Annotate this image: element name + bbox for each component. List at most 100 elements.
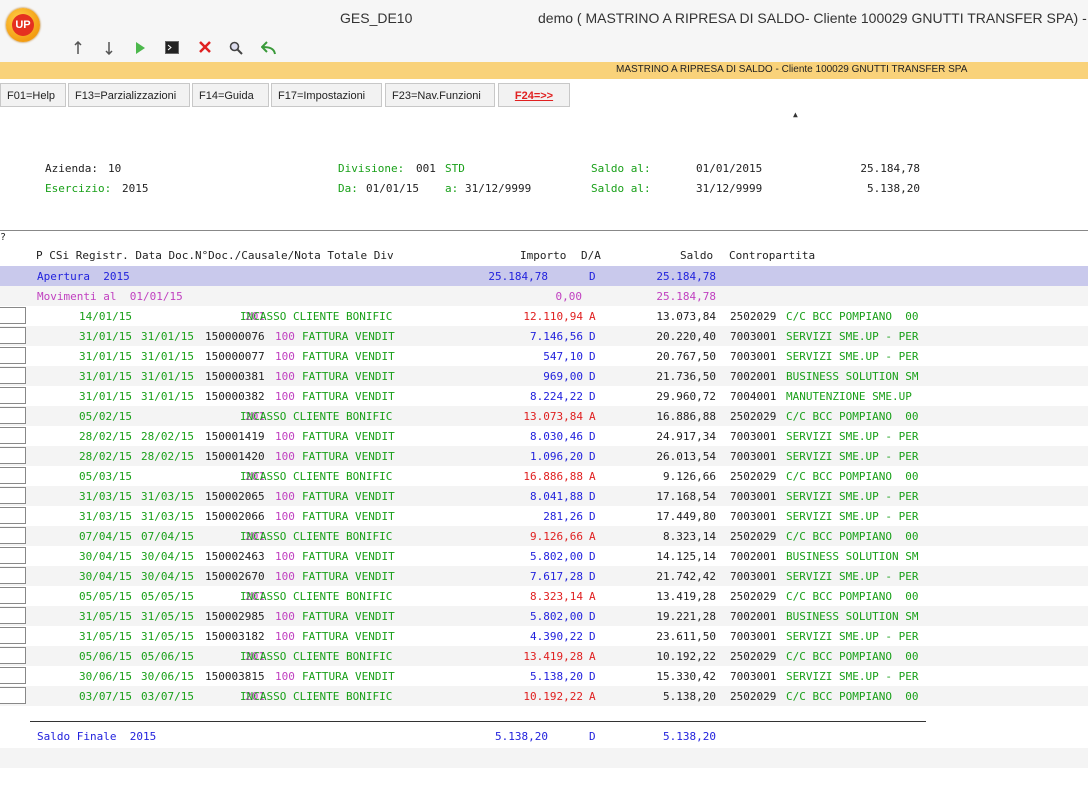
table-row[interactable]: 03/07/15 03/07/15 201 INCASSO CLIENTE BONIF… — [0, 686, 1088, 706]
table-row[interactable]: 30/06/15 30/06/15 150003815 100 FATTURA VEND… — [0, 666, 1088, 686]
row-select-checkbox[interactable] — [0, 307, 26, 324]
back-icon[interactable] — [259, 38, 279, 58]
row-description: INCASSO CLIENTE BONIFIC — [240, 650, 393, 663]
apertura-da: D — [589, 270, 596, 283]
row-description: FATTURA VENDIT — [302, 390, 395, 403]
table-row[interactable]: 31/01/15 31/01/15 150000077 100 FATTURA VEND… — [0, 346, 1088, 366]
f23-nav-funzioni-button[interactable]: F23=Nav.Funzioni — [385, 83, 495, 107]
row-importo: 13.419,28 — [523, 650, 583, 663]
row-causale-code: 100 — [275, 430, 295, 443]
table-row[interactable]: 31/03/15 31/03/15 150002066 100 FATTURA VEND… — [0, 506, 1088, 526]
row-document-number: 150000077 — [205, 350, 265, 363]
row-document-number: 150000076 — [205, 330, 265, 343]
row-select-checkbox[interactable] — [0, 467, 26, 484]
row-select-checkbox[interactable] — [0, 347, 26, 364]
table-row[interactable]: 31/01/15 31/01/15 150000381 100 FATTURA VEND… — [0, 366, 1088, 386]
table-row[interactable]: 31/03/15 31/03/15 150002065 100 FATTURA VEND… — [0, 486, 1088, 506]
row-select-checkbox[interactable] — [0, 507, 26, 524]
row-dare-avere: A — [589, 530, 596, 543]
table-row[interactable]: 05/05/15 05/05/15 201 INCASSO CLIENTE BONIF… — [0, 586, 1088, 606]
row-select-checkbox[interactable] — [0, 367, 26, 384]
row-select-checkbox[interactable] — [0, 567, 26, 584]
row-description: FATTURA VENDIT — [302, 610, 395, 623]
row-dare-avere: D — [589, 490, 596, 503]
column-help-marker[interactable]: ? — [0, 232, 6, 243]
f17-impostazioni-button[interactable]: F17=Impostazioni — [271, 83, 382, 107]
f01-help-button[interactable]: F01=Help — [0, 83, 66, 107]
table-row[interactable]: 30/04/15 30/04/15 150002463 100 FATTURA VEND… — [0, 546, 1088, 566]
row-select-checkbox[interactable] — [0, 587, 26, 604]
apertura-row[interactable]: Apertura 2015 25.184,78 D 25.184,78 — [0, 266, 1088, 286]
row-description: INCASSO CLIENTE BONIFIC — [240, 590, 393, 603]
table-row[interactable]: 31/01/15 31/01/15 150000076 100 FATTURA VEND… — [0, 326, 1088, 346]
app-logo[interactable]: UP — [6, 8, 40, 42]
row-document-date: 31/01/15 — [141, 350, 194, 363]
table-row[interactable]: 05/06/15 05/06/15 201 INCASSO CLIENTE BONIF… — [0, 646, 1088, 666]
row-saldo: 21.742,42 — [656, 570, 716, 583]
row-select-checkbox[interactable] — [0, 687, 26, 704]
search-icon[interactable] — [226, 38, 246, 58]
row-importo: 8.030,46 — [530, 430, 583, 443]
row-contropartita-desc: MANUTENZIONE SME.UP — [786, 390, 912, 403]
row-document-number: 150001419 — [205, 430, 265, 443]
table-row[interactable]: 28/02/15 28/02/15 150001419 100 FATTURA VEND… — [0, 426, 1088, 446]
row-registration-date: 31/05/15 — [79, 630, 132, 643]
row-select-checkbox[interactable] — [0, 487, 26, 504]
row-select-checkbox[interactable] — [0, 407, 26, 424]
row-select-checkbox[interactable] — [0, 607, 26, 624]
row-saldo: 10.192,22 — [656, 650, 716, 663]
row-description: FATTURA VENDIT — [302, 550, 395, 563]
row-select-checkbox[interactable] — [0, 447, 26, 464]
row-contropartita-code: 7003001 — [730, 430, 777, 443]
terminal-icon[interactable] — [162, 38, 182, 58]
table-row[interactable]: 05/02/15 201 INCASSO CLIENTE BONIFIC 13.073… — [0, 406, 1088, 426]
table-row[interactable]: 28/02/15 28/02/15 150001420 100 FATTURA VEND… — [0, 446, 1088, 466]
play-icon[interactable] — [130, 38, 150, 58]
row-dare-avere: A — [589, 310, 596, 323]
delete-icon[interactable] — [195, 38, 215, 58]
row-contropartita-code: 7003001 — [730, 350, 777, 363]
row-select-checkbox[interactable] — [0, 327, 26, 344]
row-registration-date: 31/01/15 — [79, 350, 132, 363]
row-description: FATTURA VENDIT — [302, 370, 395, 383]
row-select-checkbox[interactable] — [0, 427, 26, 444]
row-select-checkbox[interactable] — [0, 627, 26, 644]
row-description: FATTURA VENDIT — [302, 510, 395, 523]
row-dare-avere: D — [589, 670, 596, 683]
arrow-up-icon[interactable] — [68, 38, 88, 58]
table-row[interactable]: 31/05/15 31/05/15 150003182 100 FATTURA VEND… — [0, 626, 1088, 646]
table-row[interactable]: 31/01/15 31/01/15 150000382 100 FATTURA VEND… — [0, 386, 1088, 406]
table-row[interactable]: 31/05/15 31/05/15 150002985 100 FATTURA VEND… — [0, 606, 1088, 626]
row-importo: 8.323,14 — [530, 590, 583, 603]
row-importo: 7.146,56 — [530, 330, 583, 343]
row-select-checkbox[interactable] — [0, 387, 26, 404]
row-select-checkbox[interactable] — [0, 547, 26, 564]
row-contropartita-desc: C/C BCC POMPIANO 00 — [786, 310, 919, 323]
f13-parzializzazioni-button[interactable]: F13=Parzializzazioni — [68, 83, 190, 107]
row-select-checkbox[interactable] — [0, 667, 26, 684]
row-importo: 13.073,84 — [523, 410, 583, 423]
f24-more-button[interactable]: F24=>> — [498, 83, 570, 107]
saldo1-label: Saldo al: — [591, 162, 651, 175]
row-saldo: 9.126,66 — [663, 470, 716, 483]
arrow-down-icon[interactable] — [99, 38, 119, 58]
f14-guida-button[interactable]: F14=Guida — [192, 83, 269, 107]
row-document-number: 150002985 — [205, 610, 265, 623]
row-dare-avere: D — [589, 450, 596, 463]
row-document-number: 150000381 — [205, 370, 265, 383]
row-registration-date: 05/02/15 — [79, 410, 132, 423]
column-header-importo: Importo — [520, 249, 567, 262]
row-contropartita-desc: C/C BCC POMPIANO 00 — [786, 470, 919, 483]
row-select-checkbox[interactable] — [0, 527, 26, 544]
table-row[interactable]: 05/03/15 201 INCASSO CLIENTE BONIFIC 16.886… — [0, 466, 1088, 486]
row-dare-avere: D — [589, 570, 596, 583]
row-registration-date: 31/01/15 — [79, 370, 132, 383]
row-saldo: 29.960,72 — [656, 390, 716, 403]
saldo1-value: 25.184,78 — [860, 162, 920, 175]
table-row[interactable]: 07/04/15 07/04/15 201 INCASSO CLIENTE BONIF… — [0, 526, 1088, 546]
table-row[interactable]: 14/01/15 201 INCASSO CLIENTE BONIFIC 12.110… — [0, 306, 1088, 326]
row-select-checkbox[interactable] — [0, 647, 26, 664]
row-registration-date: 31/03/15 — [79, 490, 132, 503]
row-description: FATTURA VENDIT — [302, 570, 395, 583]
table-row[interactable]: 30/04/15 30/04/15 150002670 100 FATTURA VEND… — [0, 566, 1088, 586]
